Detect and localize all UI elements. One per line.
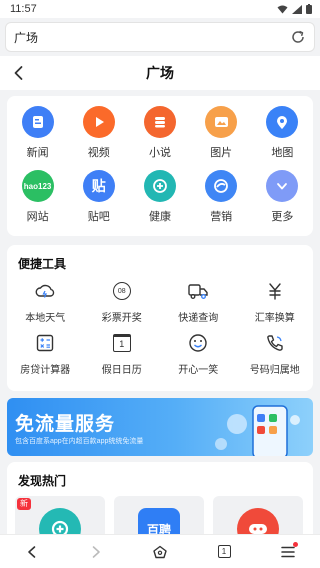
lottery-icon: 08 [111, 280, 133, 302]
nav-home-button[interactable] [145, 537, 175, 567]
back-icon [28, 545, 36, 558]
banner-title: 免流量服务 [15, 414, 116, 435]
tool-label: 本地天气 [25, 313, 66, 324]
weather-icon [34, 280, 56, 302]
discover-title: 发现热门 [18, 474, 67, 488]
back-arrow-icon[interactable] [10, 64, 28, 82]
app-label: 营销 [210, 211, 233, 223]
tab-count: 1 [217, 545, 231, 558]
app-more[interactable]: 更多 [252, 170, 313, 224]
notification-dot [293, 541, 298, 547]
forward-icon [92, 545, 100, 558]
home-icon [153, 545, 167, 558]
nav-menu-button[interactable] [273, 537, 303, 567]
nav-back-button[interactable] [17, 537, 47, 567]
app-websites[interactable]: hao123 网站 [7, 170, 68, 224]
app-label: 图片 [210, 147, 233, 159]
tool-grid: 本地天气 08 彩票开奖 快递查询 汇率换算 房贷计算器 1 假日日历 开心一笑… [7, 272, 313, 376]
tool-label: 快递查询 [178, 313, 219, 324]
app-label: 更多 [271, 211, 294, 223]
page-header: 广场 [0, 56, 320, 90]
tool-label: 汇率换算 [254, 313, 295, 324]
app-marketing[interactable]: 营销 [191, 170, 252, 224]
tool-weather[interactable]: 本地天气 [7, 280, 84, 324]
tool-calculator[interactable]: 房贷计算器 [7, 332, 84, 376]
more-chevron-icon [266, 170, 299, 202]
novel-icon [143, 106, 176, 138]
nav-tabs-button[interactable]: 1 [209, 537, 239, 567]
smile-icon [187, 332, 209, 354]
tool-label: 彩票开奖 [101, 313, 142, 324]
tool-delivery[interactable]: 快递查询 [160, 280, 237, 324]
app-video[interactable]: 视频 [68, 106, 129, 160]
app-label: 小说 [148, 147, 171, 159]
address-bar[interactable]: 广场 [5, 22, 315, 52]
app-news[interactable]: 新闻 [7, 106, 68, 160]
tool-lottery[interactable]: 08 彩票开奖 [84, 280, 161, 324]
lottery-glyph: 08 [112, 282, 131, 300]
hao123-icon: hao123 [21, 170, 54, 202]
currency-icon [264, 280, 286, 302]
health-icon [143, 170, 176, 202]
status-icons [277, 4, 312, 14]
new-badge: 新 [17, 498, 31, 510]
refresh-icon[interactable] [290, 29, 306, 45]
nav-forward-button[interactable] [81, 537, 111, 567]
tool-label: 房贷计算器 [20, 365, 71, 376]
delivery-truck-icon [187, 280, 209, 302]
menu-icon [281, 546, 295, 557]
app-label: 地图 [271, 147, 294, 159]
banner-subtitle: 包含百度系app在内超百款app统统免流量 [15, 438, 144, 445]
battery-icon [306, 4, 312, 14]
address-text[interactable]: 广场 [14, 29, 38, 46]
app-label: 视频 [87, 147, 110, 159]
calendar-glyph: 1 [112, 334, 131, 352]
page-title: 广场 [146, 65, 174, 81]
picture-icon [205, 106, 238, 138]
status-bar: 11:57 [0, 0, 320, 18]
wifi-icon [277, 5, 288, 13]
app-novel[interactable]: 小说 [129, 106, 190, 160]
tool-joke[interactable]: 开心一笑 [160, 332, 237, 376]
calculator-icon [34, 332, 56, 354]
map-pin-icon [266, 106, 299, 138]
news-icon [21, 106, 54, 138]
cell-signal-icon [292, 4, 302, 14]
tools-card: 便捷工具 本地天气 08 彩票开奖 快递查询 汇率换算 房贷计算器 1 假日日历… [7, 245, 313, 391]
calendar-icon: 1 [111, 332, 133, 354]
video-play-icon [82, 106, 115, 138]
app-label: 新闻 [26, 147, 49, 159]
tool-label: 开心一笑 [178, 365, 219, 376]
app-health[interactable]: 健康 [129, 170, 190, 224]
tool-label: 假日日历 [101, 365, 142, 376]
bottom-nav: 1 [0, 534, 320, 568]
app-grid: 新闻 视频 小说 图片 地图 hao123 网站 贴 贴吧 健康 营销 更多 [7, 96, 313, 224]
app-map[interactable]: 地图 [252, 106, 313, 160]
marketing-icon [205, 170, 238, 202]
app-label: 健康 [148, 211, 171, 223]
phone-icon [264, 332, 286, 354]
tools-title: 便捷工具 [18, 257, 67, 271]
free-data-banner[interactable]: 免流量服务 包含百度系app在内超百款app统统免流量 [7, 398, 313, 456]
tool-calendar[interactable]: 1 假日日历 [84, 332, 161, 376]
app-grid-card: 新闻 视频 小说 图片 地图 hao123 网站 贴 贴吧 健康 营销 更多 [7, 96, 313, 236]
status-time: 11:57 [10, 3, 37, 15]
app-picture[interactable]: 图片 [191, 106, 252, 160]
tool-currency[interactable]: 汇率换算 [237, 280, 314, 324]
app-tieba[interactable]: 贴 贴吧 [68, 170, 129, 224]
tool-phone-location[interactable]: 号码归属地 [237, 332, 314, 376]
tieba-icon: 贴 [82, 170, 115, 202]
app-label: 网站 [26, 211, 49, 223]
app-label: 贴吧 [87, 211, 110, 223]
phone-illustration-icon [215, 405, 300, 456]
tool-label: 号码归属地 [249, 365, 300, 376]
